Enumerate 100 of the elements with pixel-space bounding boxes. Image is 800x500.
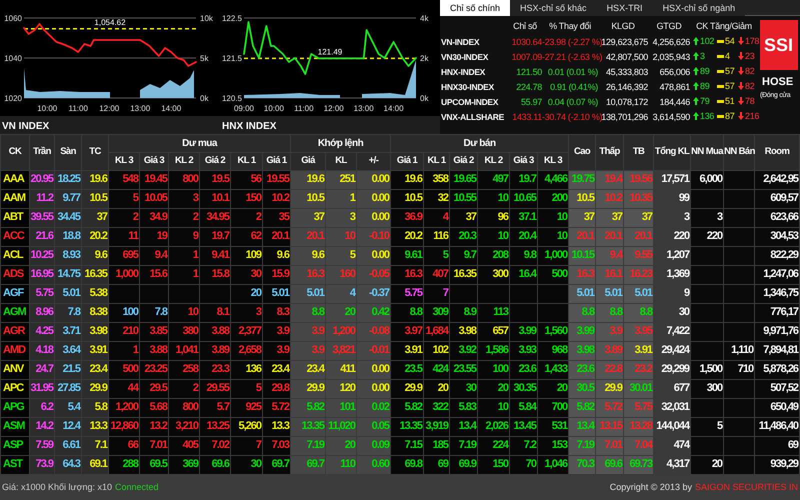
cell-value: 424 xyxy=(432,363,448,376)
cell-value: 19.7 xyxy=(212,230,229,243)
index-tab[interactable]: Chỉ số chính xyxy=(440,0,510,16)
cell-value: 8.8 xyxy=(312,306,324,319)
cell-value: 73.9 xyxy=(36,458,53,471)
cell-value: 20 xyxy=(250,287,261,300)
cell-value: 23.25 xyxy=(144,363,167,376)
stock-symbol: AAA xyxy=(3,173,24,186)
cell-value: 1 xyxy=(192,249,198,262)
cell-value: 18.25 xyxy=(57,173,80,186)
x-tick-label: 09:00 xyxy=(234,104,254,113)
cell-value: 29.9 xyxy=(306,382,324,395)
cell-value: 19.55 xyxy=(266,173,289,186)
column-header: Sàn xyxy=(55,135,81,170)
cell-value: 10 xyxy=(556,230,568,243)
cell-value: 6.2 xyxy=(40,401,53,414)
cell-value: 23.6 xyxy=(518,363,536,376)
decliners-count: 82 xyxy=(745,65,754,78)
cell-value: 101 xyxy=(340,401,355,414)
cell-value: 925 xyxy=(246,401,261,414)
cell-value: 623,66 xyxy=(770,211,798,224)
cell-value: 34.95 xyxy=(206,211,229,224)
column-header: CK xyxy=(1,135,29,170)
cell-value: 62 xyxy=(250,230,261,243)
cell-value: 36.9 xyxy=(404,211,422,224)
volume-tick-label: 5k xyxy=(200,54,208,63)
cell-value: 18.8 xyxy=(62,230,80,243)
cell-value: 5 xyxy=(350,249,355,262)
cell-value: 4,466 xyxy=(544,173,568,186)
index-value: 121.50 xyxy=(515,66,542,78)
cell-value: 69.9 xyxy=(458,458,476,471)
cell-value: 1,041 xyxy=(175,344,198,357)
cell-value: 776,17 xyxy=(770,306,798,319)
cell-value: 20.1 xyxy=(272,230,289,243)
cell-value: 5,878,26 xyxy=(763,363,798,376)
cell-value: 3.9 xyxy=(276,344,289,357)
cell-value: 12.4 xyxy=(62,420,80,433)
decliners-count: 23 xyxy=(745,50,754,63)
unchanged-count: 57 xyxy=(725,80,736,93)
cell-value: 258 xyxy=(182,363,198,376)
cell-value: 22.8 xyxy=(604,363,622,376)
cell-value: 5.68 xyxy=(150,401,167,414)
stock-symbol: ASM xyxy=(3,420,24,433)
cell-value: 120 xyxy=(340,382,355,395)
stock-symbol: ADS xyxy=(3,268,24,281)
cell-value: 657 xyxy=(492,325,508,338)
cell-value: 24.7 xyxy=(36,363,53,376)
cell-value: 20 xyxy=(556,382,568,395)
cell-value: 29.9 xyxy=(604,382,622,395)
cell-value: 1,200 xyxy=(115,401,138,414)
y-tick-label: 1040 xyxy=(4,54,22,63)
column-header: Chỉ số xyxy=(512,20,538,34)
cell-value: 1 xyxy=(132,344,138,357)
cell-value: 23.5 xyxy=(404,363,422,376)
index-turnover: 3,614,590 xyxy=(648,109,690,124)
cell-value: 13.2 xyxy=(150,420,167,433)
column-header: KL 1 xyxy=(231,153,262,170)
cell-value: 30 xyxy=(250,458,261,471)
exchange-label: HOSE xyxy=(761,75,794,90)
cell-value: 69.5 xyxy=(150,458,167,471)
column-header: Giá 3 xyxy=(140,153,168,170)
column-header: KL 2 xyxy=(169,153,199,170)
cell-value: 210 xyxy=(122,325,138,338)
cell-value: 20.2 xyxy=(404,230,422,243)
cell-value: 3 xyxy=(350,211,355,224)
cell-value: 19.6 xyxy=(404,173,422,186)
cell-value: 0.60 xyxy=(372,458,390,471)
cell-value: 9.77 xyxy=(62,192,80,205)
cell-value: 20 xyxy=(344,306,355,319)
cell-value: 309 xyxy=(432,306,448,319)
advancers-count: 3 xyxy=(700,50,706,63)
stock-symbol: AGF xyxy=(3,287,24,300)
column-header: KL 3 xyxy=(538,153,568,170)
cell-value: 10.65 xyxy=(514,192,536,205)
cell-value: 10.15 xyxy=(572,249,594,262)
advancers-count: 89 xyxy=(700,80,710,93)
cell-value: 16.3 xyxy=(306,268,324,281)
cell-value: 69.1 xyxy=(90,458,107,471)
cell-value: 1,110 xyxy=(731,344,754,357)
volume-tick-label: 2k xyxy=(420,54,428,63)
cell-value: 3.89 xyxy=(212,344,229,357)
cell-value: 4.18 xyxy=(36,344,53,357)
cell-value: 3 xyxy=(256,306,261,319)
cell-value: 7.8 xyxy=(154,306,167,319)
cell-value: 300 xyxy=(492,268,508,281)
index-name: HNX30-INDEX xyxy=(440,80,495,94)
cell-value: 7,422 xyxy=(666,325,690,338)
cell-value: 13.28 xyxy=(630,420,652,433)
index-turnover: 478,861 xyxy=(648,79,690,94)
y-tick-label: 1060 xyxy=(4,14,22,23)
cell-value: 10 xyxy=(498,230,508,243)
index-change: 0.04 (0.07 %) xyxy=(542,94,598,109)
cell-value: 358 xyxy=(432,173,448,186)
cell-value: 15.6 xyxy=(150,268,167,281)
cell-value: 7.02 xyxy=(212,439,229,452)
cell-value: 300 xyxy=(706,382,722,395)
cell-value: 23.3 xyxy=(212,363,229,376)
column-header: KL 2 xyxy=(478,153,510,170)
y-tick-label: 120.5 xyxy=(222,94,242,103)
connection-status: Connected xyxy=(115,480,159,494)
